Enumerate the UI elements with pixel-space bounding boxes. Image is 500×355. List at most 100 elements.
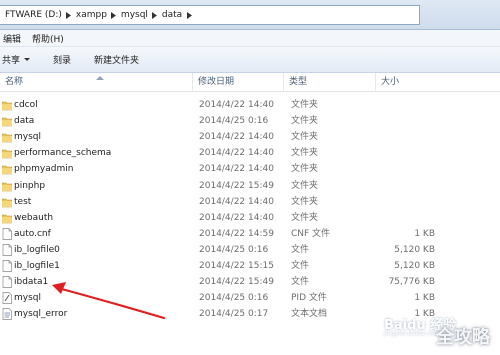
file-row[interactable]: cdcol 2014/4/22 14:40 文件夹 [0, 97, 500, 113]
file-date-modified: 2014/4/22 14:40 [199, 196, 274, 207]
file-size [360, 113, 435, 129]
file-name-cell: mysql [2, 290, 192, 306]
file-name: test [14, 196, 32, 207]
menu-edit[interactable]: 编辑 [0, 32, 29, 45]
file-row[interactable]: ib_logfile1 2014/4/22 15:15 文件 5,120 KB [0, 258, 500, 274]
file-row[interactable]: ib_logfile0 2014/4/25 0:16 文件 5,120 KB [0, 242, 500, 258]
column-header-row: 名称 修改日期 类型 大小 [0, 73, 500, 92]
breadcrumb[interactable]: FTWARE (D:) xampp mysql data [0, 5, 420, 25]
burn-button[interactable]: 刻录 [39, 47, 80, 72]
file-size: 1 KB [414, 228, 435, 239]
file-name: performance_schema [14, 148, 112, 159]
file-size: 5,120 KB [394, 261, 435, 271]
file-row[interactable]: performance_schema 2014/4/22 14:40 文件夹 [0, 145, 500, 161]
file-icon [2, 244, 12, 256]
text-file-icon [2, 308, 12, 321]
file-size [360, 161, 435, 177]
file-row[interactable]: auto.cnf 2014/4/22 14:59 CNF 文件 1 KB [0, 226, 500, 242]
breadcrumb-drive[interactable]: FTWARE (D:) [2, 6, 65, 24]
file-date-modified: 2014/4/22 15:49 [199, 277, 274, 288]
file-row[interactable]: webauth 2014/4/22 14:40 文件夹 [0, 210, 500, 226]
folder-icon [2, 180, 12, 192]
file-row[interactable]: ibdata1 2014/4/22 15:49 文件 75,776 KB [0, 274, 500, 290]
breadcrumb-data[interactable]: data [159, 6, 185, 24]
file-date-modified: 2014/4/22 15:49 [199, 180, 274, 191]
file-row[interactable]: phpmyadmin 2014/4/22 14:40 文件夹 [0, 161, 500, 177]
file-row[interactable]: test 2014/4/22 14:40 文件夹 [0, 194, 500, 210]
file-name: ib_logfile0 [14, 244, 60, 255]
breadcrumb-mysql[interactable]: mysql [118, 6, 151, 24]
chevron-right-icon[interactable] [65, 6, 73, 24]
folder-icon [2, 131, 12, 143]
file-date-modified: 2014/4/22 14:40 [199, 148, 274, 159]
logo-subtext: jingyan.baidu.com [384, 330, 440, 337]
file-name: cdcol [14, 100, 38, 110]
file-size: 5,120 KB [394, 244, 435, 255]
file-name: auto.cnf [14, 228, 51, 239]
file-date-modified: 2014/4/22 14:59 [199, 228, 274, 239]
file-name: ibdata1 [14, 277, 49, 288]
file-icon [2, 276, 12, 288]
file-name-cell: data [2, 113, 192, 129]
file-name-cell: test [2, 194, 192, 210]
file-name-cell: performance_schema [2, 145, 192, 161]
file-row[interactable]: mysql 2014/4/22 14:40 文件夹 [0, 129, 500, 145]
menu-help[interactable]: 帮助(H) [29, 32, 72, 45]
file-date-modified: 2014/4/22 15:15 [199, 261, 274, 271]
file-name: ib_logfile1 [14, 261, 60, 271]
file-name: mysql_error [14, 309, 68, 320]
file-size [360, 210, 435, 226]
file-date-modified: 2014/4/25 0:17 [199, 309, 269, 320]
chevron-right-icon[interactable] [151, 6, 159, 24]
file-name: mysql [14, 132, 41, 143]
file-date-modified: 2014/4/25 0:16 [199, 244, 269, 255]
chevron-right-icon[interactable] [185, 6, 193, 24]
folder-icon [2, 163, 12, 175]
breadcrumb-xampp[interactable]: xampp [73, 6, 110, 24]
column-header-name[interactable]: 名称 [0, 73, 193, 92]
file-date-modified: 2014/4/25 0:16 [199, 293, 269, 304]
chevron-right-icon[interactable] [110, 6, 118, 24]
file-name-cell: webauth [2, 210, 192, 226]
file-name-cell: mysql_error [2, 306, 192, 322]
file-name-cell: auto.cnf [2, 226, 192, 242]
file-name-cell: phpmyadmin [2, 161, 192, 177]
file-name: mysql [14, 293, 41, 304]
watermark-text: 全攻略 [436, 327, 490, 348]
file-row[interactable]: data 2014/4/25 0:16 文件夹 [0, 113, 500, 129]
file-size: 1 KB [414, 293, 435, 304]
file-row[interactable]: mysql 2014/4/25 0:16 PID 文件 1 KB [0, 290, 500, 306]
file-name-cell: cdcol [2, 97, 192, 113]
folder-icon [2, 212, 12, 224]
file-name-cell: ib_logfile1 [2, 258, 192, 274]
folder-icon [2, 196, 12, 208]
file-name-cell: ibdata1 [2, 274, 192, 290]
file-name: phpmyadmin [14, 164, 74, 175]
address-bar: FTWARE (D:) xampp mysql data [0, 0, 500, 30]
share-button[interactable]: 共享 [0, 47, 39, 72]
file-name: data [14, 116, 35, 127]
folder-icon [2, 115, 12, 127]
chevron-down-icon [24, 58, 31, 61]
column-header-type[interactable]: 类型 [284, 73, 376, 92]
file-icon [2, 227, 12, 240]
folder-icon [2, 99, 12, 111]
file-size [360, 145, 435, 161]
file-size [360, 97, 435, 113]
pid-file-icon [2, 292, 12, 305]
file-size: 75,776 KB [388, 277, 435, 288]
file-name-cell: ib_logfile0 [2, 242, 192, 258]
column-header-size[interactable]: 大小 [376, 73, 500, 92]
file-date-modified: 2014/4/22 14:40 [199, 212, 274, 223]
column-header-date-modified[interactable]: 修改日期 [193, 73, 284, 92]
file-name-cell: mysql [2, 129, 192, 145]
file-icon [2, 260, 12, 272]
command-bar: 共享 刻录 新建文件夹 [0, 47, 500, 73]
file-size [360, 129, 435, 145]
new-folder-button[interactable]: 新建文件夹 [80, 47, 148, 72]
file-date-modified: 2014/4/22 14:40 [199, 132, 274, 143]
file-name-cell: pinphp [2, 178, 192, 194]
file-row[interactable]: pinphp 2014/4/22 15:49 文件夹 [0, 178, 500, 194]
share-button-label: 共享 [2, 56, 21, 66]
menu-bar: 编辑 帮助(H) [0, 30, 500, 47]
